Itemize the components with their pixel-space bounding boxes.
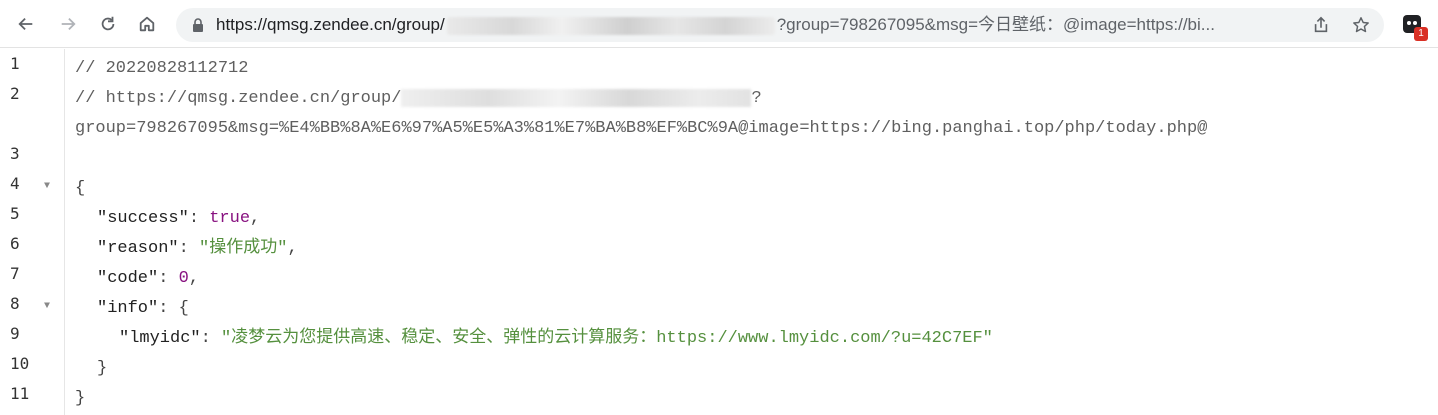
url-text[interactable]: https://qmsg.zendee.cn/group/ ?group=7982… [216, 8, 1215, 42]
brace-open: { [75, 179, 86, 198]
json-key: "success" [97, 209, 189, 228]
json-row-lmyidc: "lmyidc": "凌梦云为您提供高速、稳定、安全、弹性的云计算服务：http… [119, 329, 993, 348]
line-number: 5 [10, 204, 20, 223]
json-row-success: "success": true, [97, 209, 261, 228]
url-prefix: https://qmsg.zendee.cn/group/ [216, 15, 445, 34]
arrow-right-icon [61, 17, 76, 31]
json-row-code: "code": 0, [97, 269, 200, 288]
comment-url-query: group=798267095&msg=%E4%BB%8A%E6%97%A5%E… [75, 119, 1208, 138]
brace-close: } [75, 389, 86, 408]
url-redacted [401, 88, 752, 107]
url-suffix: ?group=798267095&msg=今日壁纸：@image=https:/… [776, 15, 1215, 34]
line-number: 9 [10, 324, 20, 343]
address-bar[interactable]: https://qmsg.zendee.cn/group/ ?group=7982… [176, 8, 1384, 42]
lock-icon [193, 18, 203, 32]
reload-button[interactable] [92, 8, 124, 40]
share-icon[interactable] [1312, 16, 1330, 34]
line-number: 8 [10, 294, 20, 313]
comment-url-suffix: ? [751, 89, 762, 108]
line-number: 3 [10, 144, 20, 163]
browser-toolbar: https://qmsg.zendee.cn/group/ ?group=7982… [0, 0, 1438, 48]
comment-timestamp: // 20220828112712 [75, 59, 249, 78]
fold-toggle-icon[interactable]: ▼ [44, 181, 50, 192]
json-value: true [209, 209, 251, 228]
line-number: 1 [10, 54, 20, 73]
json-viewer: 1 2 3 4 5 6 7 8 9 10 11 ▼ ▼ // 202208281… [0, 49, 1438, 415]
url-redacted [446, 16, 775, 35]
arrow-left-icon [18, 17, 33, 31]
line-number: 7 [10, 264, 20, 283]
json-value: "凌梦云为您提供高速、稳定、安全、弹性的云计算服务：https://www.lm… [221, 329, 993, 348]
json-key: "reason" [97, 239, 179, 258]
line-number: 2 [10, 84, 20, 103]
forward-button[interactable] [52, 8, 84, 40]
fold-toggle-icon[interactable]: ▼ [44, 301, 50, 312]
json-value: 0 [178, 269, 189, 288]
line-number: 6 [10, 234, 20, 253]
inner-brace-close: } [97, 359, 108, 378]
line-number: 4 [10, 174, 20, 193]
json-row-info: "info": { [97, 299, 189, 318]
back-button[interactable] [10, 8, 42, 40]
json-row-reason: "reason": "操作成功", [97, 239, 298, 258]
comment-url-prefix: // https://qmsg.zendee.cn/group/ [75, 89, 402, 108]
json-key: "code" [97, 269, 159, 288]
home-icon [139, 16, 155, 32]
json-key: "lmyidc" [119, 329, 201, 348]
comment-url: // https://qmsg.zendee.cn/group/? [75, 84, 762, 114]
line-number: 10 [10, 354, 30, 373]
star-icon[interactable] [1352, 16, 1370, 34]
reload-icon [101, 16, 115, 31]
json-value: "操作成功" [199, 239, 288, 258]
home-button[interactable] [131, 8, 163, 40]
json-key: "info" [97, 299, 159, 318]
line-number: 11 [10, 384, 30, 403]
line-gutter: 1 2 3 4 5 6 7 8 9 10 11 ▼ ▼ [0, 49, 65, 415]
extension-badge: 1 [1414, 27, 1428, 41]
